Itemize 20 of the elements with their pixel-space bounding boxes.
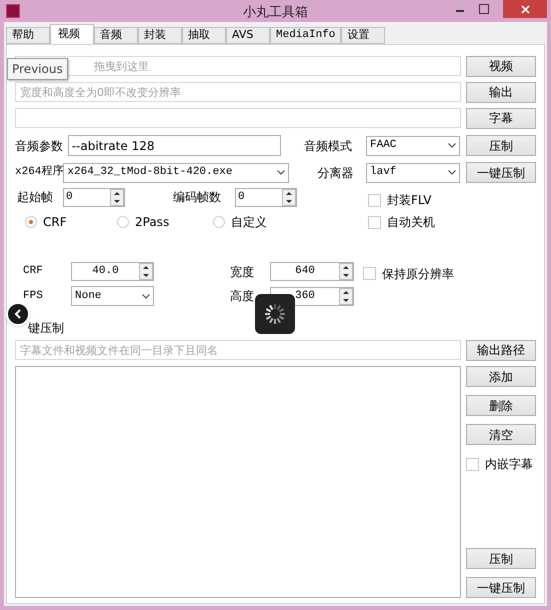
field-label: 起始帧 [16, 189, 54, 206]
field-label: CRF [22, 264, 44, 280]
radio-label: 2Pass [135, 214, 170, 231]
tooltip: Previous [7, 58, 68, 80]
checkbox-label: 保持原分辨率 [382, 266, 454, 282]
field-label: 音频参数 [15, 138, 64, 154]
checkbox-label: 自动关机 [387, 214, 435, 231]
radio-label: 自定义 [231, 214, 267, 231]
field-label: 分离器 [317, 164, 354, 182]
field-label: x264程序 [15, 164, 64, 180]
checkbox-label: 内嵌字幕 [485, 456, 533, 473]
field-label: 编码帧数 [173, 189, 222, 206]
field-label: FPS [22, 288, 44, 304]
field-label: 宽度 [230, 264, 255, 280]
field-label: 高度 [230, 288, 255, 305]
radio-label: CRF [43, 214, 67, 231]
checkbox-label: 封装FLV [387, 192, 432, 209]
section-title: 键压制 [28, 320, 64, 337]
window-title: 小丸工具箱 [243, 4, 308, 22]
field-label: 音频模式 [304, 138, 353, 154]
